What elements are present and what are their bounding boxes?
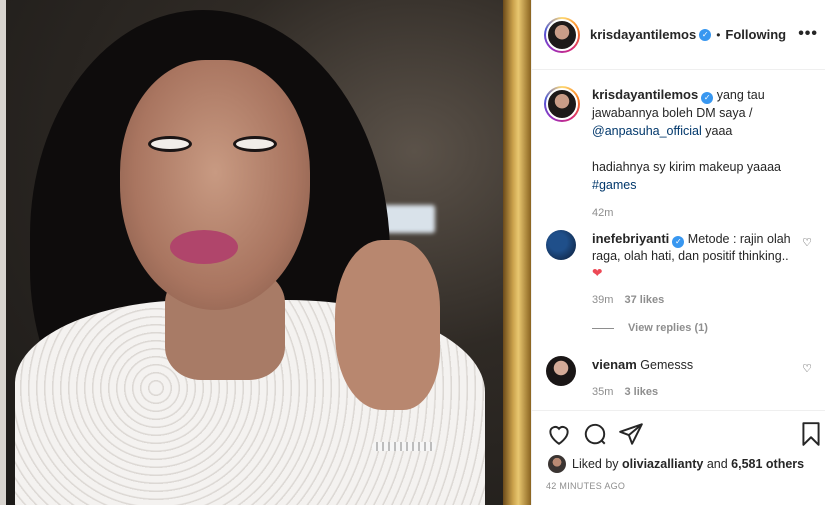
bracelet-shape	[372, 442, 436, 451]
verified-badge-icon: ✓	[672, 236, 685, 248]
view-replies-label[interactable]: View replies (1)	[628, 322, 708, 334]
comment-likes[interactable]: 37 likes	[624, 294, 664, 306]
comment-like-icon[interactable]: ♡	[802, 236, 812, 249]
comment-meta: 39m 37 likes	[592, 292, 792, 309]
instagram-post-modal: krisdayantilemos ✓ • Following ••• krisd…	[0, 0, 825, 505]
comment-likes[interactable]: 3 likes	[624, 386, 658, 398]
author-avatar[interactable]	[546, 18, 578, 51]
post-side-panel: krisdayantilemos ✓ • Following ••• krisd…	[531, 0, 825, 505]
comment-body: inefebriyanti ✓ Metode : rajin olah raga,…	[592, 230, 792, 309]
gold-mirror-frame	[503, 0, 531, 505]
right-eye-shape	[233, 136, 277, 152]
author-username[interactable]: krisdayantilemos	[590, 27, 696, 42]
post-photo[interactable]	[0, 0, 531, 505]
post-timestamp[interactable]: 42 MINUTES AGO	[546, 481, 625, 491]
photo-left-strip	[0, 0, 6, 505]
caption-mention-link[interactable]: @anpasuha_official	[592, 124, 702, 138]
liker-avatar[interactable]	[548, 455, 566, 473]
post-actions: Liked by oliviazallianty and 6,581 other…	[532, 410, 825, 505]
liked-by-summary: Liked by oliviazallianty and 6,581 other…	[548, 455, 804, 473]
liked-by-prefix: Liked by	[572, 457, 619, 471]
likes-count-others[interactable]: 6,581 others	[731, 457, 804, 471]
comments-list[interactable]: krisdayantilemos ✓ yang tau jawabannya bo…	[532, 70, 825, 410]
verified-badge-icon: ✓	[699, 28, 712, 41]
commenter-avatar[interactable]	[546, 230, 576, 260]
author-avatar-ring[interactable]	[544, 16, 580, 53]
hand-shape	[335, 240, 440, 410]
comment-like-icon[interactable]: ♡	[802, 362, 812, 375]
caption-text-end: yaaa	[701, 124, 733, 138]
bookmark-icon[interactable]	[798, 421, 824, 447]
liked-by-user[interactable]: oliviazallianty	[622, 457, 703, 471]
header-separator: •	[716, 27, 721, 42]
more-options-icon[interactable]: •••	[798, 25, 818, 43]
view-replies-button[interactable]: View replies (1)	[592, 322, 708, 334]
post-header: krisdayantilemos ✓ • Following •••	[532, 0, 825, 70]
commenter-avatar[interactable]	[546, 356, 576, 386]
left-eye-shape	[148, 136, 192, 152]
share-paper-plane-icon[interactable]	[618, 421, 644, 447]
commenter-username[interactable]: vienam	[592, 357, 637, 372]
comment-item: vienam Gemesss 35m 3 likes ♡	[546, 356, 816, 401]
comment-bubble-icon[interactable]	[582, 421, 608, 447]
lips-shape	[170, 230, 238, 264]
caption-body: krisdayantilemos ✓ yang tau jawabannya bo…	[592, 86, 812, 222]
liked-by-and: and	[706, 457, 728, 471]
following-button[interactable]: Following	[725, 27, 786, 42]
caption-username[interactable]: krisdayantilemos	[592, 87, 698, 102]
comment-body: vienam Gemesss 35m 3 likes	[592, 356, 792, 401]
verified-badge-icon: ✓	[701, 92, 714, 104]
replies-divider-line	[592, 327, 614, 329]
comment-text: Gemesss	[640, 358, 694, 372]
caption-avatar-ring[interactable]	[544, 86, 580, 122]
caption-time[interactable]: 42m	[592, 204, 812, 222]
caption-line-2: hadiahnya sy kirim makeup yaaaa	[592, 160, 781, 174]
caption-avatar[interactable]	[546, 88, 578, 120]
comment-item: inefebriyanti ✓ Metode : rajin olah raga,…	[546, 230, 816, 309]
post-caption: krisdayantilemos ✓ yang tau jawabannya bo…	[544, 86, 814, 222]
caption-hashtag-link[interactable]: #games	[592, 176, 812, 194]
like-heart-icon[interactable]	[546, 421, 572, 447]
comment-time[interactable]: 35m	[592, 386, 613, 398]
face-shape	[120, 60, 310, 310]
commenter-username[interactable]: inefebriyanti	[592, 231, 669, 246]
comment-meta: 35m 3 likes	[592, 384, 792, 401]
comment-time[interactable]: 39m	[592, 294, 613, 306]
red-heart-emoji: ❤	[592, 266, 603, 280]
